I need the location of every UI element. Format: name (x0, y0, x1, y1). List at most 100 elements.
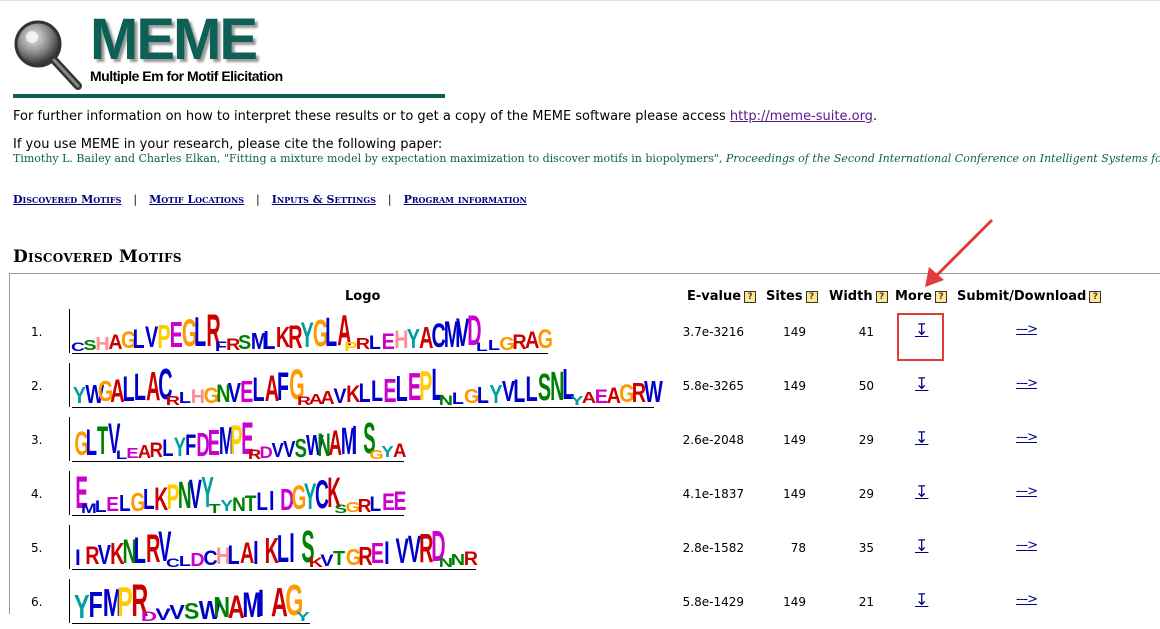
logo-letters: EMLELGLKPNVYTYNTLIDGYCKSGRLEE (72, 467, 406, 518)
nav-discovered-motifs[interactable]: Discovered Motifs (13, 193, 121, 206)
section-nav: Discovered Motifs | Motif Locations | Inputs… (13, 193, 527, 206)
col-header-logo-label: Logo (345, 289, 381, 304)
motif-row: 6. Y F M P R D V V S W N A M I A G Y 5.8e-1429 149 21 ↧ ---> (0, 577, 1160, 629)
logo-letter: R (358, 541, 373, 571)
logo-letter: V (228, 377, 242, 408)
logo-letter: L (525, 370, 538, 409)
motif-evalue: 2.6e-2048 (682, 433, 744, 447)
logo-y-axis (62, 417, 70, 461)
logo-letter: G (537, 324, 553, 354)
submit-download-arrow[interactable]: ---> (1016, 538, 1038, 553)
nav-motif-locations[interactable]: Motif Locations (149, 193, 244, 206)
motif-width: 35 (858, 541, 874, 555)
motif-evalue: 4.1e-1837 (682, 487, 744, 501)
help-icon[interactable]: ? (805, 291, 818, 303)
logo-letter: V (395, 532, 409, 571)
logo-letter: G (130, 487, 146, 517)
logo-letter: K (276, 322, 291, 354)
logo-y-axis (62, 579, 70, 623)
motif-evalue: 2.8e-1582 (682, 541, 744, 555)
logo-letter: E (75, 467, 88, 518)
logo-letter: L (513, 373, 526, 409)
logo-letter: W (306, 430, 324, 462)
submit-download-arrow[interactable]: ---> (1016, 484, 1038, 499)
logo-y-axis (62, 363, 70, 407)
sequence-logo[interactable]: EMLELGLKPNVYTYNTLIDGYCKSGRLEE (62, 467, 407, 521)
logo-letter: N (121, 533, 137, 571)
logo-letter: V (407, 529, 421, 571)
motif-row: 5. I R V K N L R V C L D C H L A I K L I S K V T G R E I V V R D N N R 2.8e… (0, 523, 1160, 575)
logo-letter: V (455, 311, 469, 355)
logo-letter: R (357, 496, 372, 516)
logo-letter: A (264, 368, 280, 409)
logo-letter: D (280, 482, 294, 517)
logo-letter: G (181, 312, 198, 355)
logo-letter: R (463, 549, 478, 570)
logo-letter: N (232, 495, 246, 516)
logo-letter: R (146, 527, 161, 571)
more-download-icon[interactable]: ↧ (915, 590, 928, 609)
logo-letter: Y (201, 468, 214, 517)
citation-reference: Timothy L. Bailey and Charles Elkan, "Fi… (13, 152, 1160, 165)
logo-letters: GLTVLEARLYFDEMPERDVVSWNAMISGYA (72, 414, 407, 463)
nav-inputs-settings[interactable]: Inputs & Settings (272, 193, 376, 206)
logo-letter: E (407, 366, 421, 409)
logo-letter: S (183, 598, 200, 624)
logo-letter: V (271, 440, 284, 462)
motif-row: 2. Y W G A L L A C R L H G N V E L A F G R A A V K L L E L E P L N L G L Y V L… (0, 361, 1160, 413)
help-icon[interactable]: ? (1089, 291, 1102, 303)
submit-download-arrow[interactable]: ---> (1016, 592, 1038, 607)
logo-baseline (72, 461, 404, 462)
logo-letter: F (276, 365, 289, 409)
motif-row: 4. E M L E L G L K P N V Y T Y N T L I D G Y C K S G R L E E 4.1e-1837… (0, 469, 1160, 521)
app-title: MEME (90, 7, 258, 72)
motif-width: 29 (858, 433, 874, 447)
more-download-icon[interactable]: ↧ (915, 428, 928, 447)
logo-letter: I (269, 485, 275, 516)
logo-letter: T (333, 548, 346, 570)
help-icon[interactable]: ? (875, 291, 888, 303)
logo-letter: R (85, 542, 100, 570)
logo-letter: G (120, 327, 137, 354)
col-header-evalue-label: E-value (687, 289, 742, 304)
sequence-logo[interactable]: GLTVLEARLYFDEMPERDVVSWNAMISGYA (62, 415, 406, 467)
logo-letter: K (346, 381, 361, 408)
help-icon[interactable]: ? (935, 291, 948, 303)
nav-program-information[interactable]: Program information (404, 193, 527, 206)
logo-letter: P (166, 478, 179, 517)
logo-letter: F (184, 429, 196, 462)
col-header-more: More? (895, 289, 948, 304)
logo-letter: G (619, 380, 635, 408)
logo-letter: V (333, 385, 347, 408)
more-download-icon[interactable]: ↧ (915, 536, 928, 555)
logo-letter: R (419, 525, 434, 571)
logo-letters: YFMPRDVVSWNAMIAGY (72, 577, 310, 623)
submit-download-arrow[interactable]: ---> (1016, 322, 1038, 337)
meme-suite-link[interactable]: http://meme-suite.org (730, 109, 873, 124)
logo-letter: W (198, 595, 221, 625)
logo-letter: T (97, 419, 109, 463)
logo-letter: R (631, 377, 647, 408)
logo-letter: L (395, 368, 408, 409)
logo-letter: V (189, 471, 203, 517)
sequence-logo[interactable]: IRVKNLRVCLDCHLAIKLISKVTGREIVVRDNNR (62, 523, 478, 575)
sequence-logo[interactable]: YFMPRDVVSWNAMIAGY (62, 577, 312, 629)
more-download-icon[interactable]: ↧ (915, 482, 928, 501)
logo-letter: N (177, 475, 192, 517)
more-download-icon[interactable]: ↧ (915, 374, 928, 393)
logo-letter: G (97, 376, 113, 408)
submit-download-arrow[interactable]: ---> (1016, 376, 1038, 391)
logo-letter: A (606, 383, 622, 408)
logo-letter: P (419, 362, 433, 409)
motif-number: 1. (31, 325, 43, 339)
logo-letter: C (431, 317, 446, 355)
logo-baseline (72, 515, 404, 516)
logo-letter: L (276, 528, 289, 571)
logo-letter: E (381, 329, 395, 354)
sequence-logo[interactable]: CSHAGLVPEGLRFRSMLKRYGLAPRLEHYACMVDLLGRAG (62, 307, 553, 359)
sequence-logo[interactable]: YWGALLACRLHGNVELAFGRAAVKLLELEPLNLGLYVLLS… (62, 361, 663, 413)
submit-download-arrow[interactable]: ---> (1016, 430, 1038, 445)
logo-letter: S (362, 414, 376, 463)
help-icon[interactable]: ? (744, 291, 757, 303)
logo-letter: Y (381, 444, 394, 461)
